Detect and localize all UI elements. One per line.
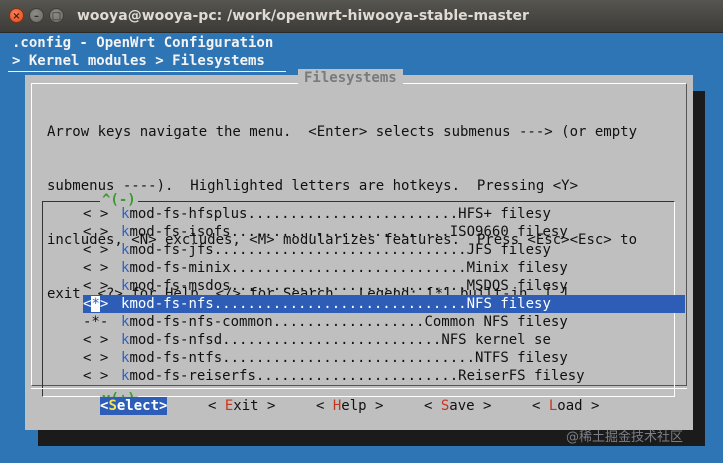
menu-item-name: mod-fs-nfs-common [129,314,273,330]
exit-button[interactable]: < Exit > [208,397,275,415]
button-label: elect> [116,398,168,414]
menu-item-leader: .................. [272,314,425,330]
menu-item[interactable]: < > kmod-fs-isofs........................… [83,223,685,241]
menu-item-description: HFS+ filesy [458,206,551,222]
menu-item-label: kmod-fs-nfs-common..................Comm… [121,313,568,331]
menu-item-description: ReiserFS filesy [458,368,585,384]
menu-item-name: mod-fs-jfs [129,242,214,258]
button-label: xit > [233,398,276,414]
button-bracket: < [532,398,549,414]
button-bracket: < [208,398,225,414]
menu-item-state[interactable]: < > [83,241,108,259]
cursor: * [91,296,100,312]
menu-item-label: kmod-fs-hfsplus.........................… [121,205,551,223]
menu-item-state[interactable]: < > [83,205,108,223]
close-window-button[interactable]: × [9,8,24,23]
config-header: .config - OpenWrt Configuration [12,35,274,51]
terminal[interactable]: .config - OpenWrt Configuration > Kernel… [0,33,723,463]
menu-item-leader: .............................. [213,296,467,312]
menu-item-name: mod-fs-hfsplus [129,206,248,222]
load-button[interactable]: < Load > [532,397,599,415]
menu-item-label: kmod-fs-reiserfs........................… [121,367,585,385]
menu-item-state[interactable]: < > [83,259,108,277]
menuconfig-dialog: Filesystems Arrow keys navigate the menu… [25,69,693,430]
select-button[interactable]: <Select> [100,397,168,415]
menu-item[interactable]: < > kmod-fs-hfsplus......................… [83,205,685,223]
menu-item[interactable]: < > kmod-fs-jfs..........................… [83,241,685,259]
breadcrumb: > Kernel modules > Filesystems [12,53,265,69]
menu-item-description: NFS kernel se [441,332,551,348]
menu-item-leader: ........................ [255,368,459,384]
window-title: wooya@wooya-pc: /work/openwrt-hiwooya-st… [77,8,529,24]
menu-item[interactable]: < > kmod-fs-reiserfs.....................… [83,367,685,385]
menu-item-name: mod-fs-nfsd [129,332,223,348]
button-label: ave > [449,398,492,414]
menu-item-description: Common NFS filesy [424,314,568,330]
menu-item-state[interactable]: < > [83,223,108,241]
button-hotkey: S [108,398,117,414]
menu-item-state[interactable]: < > [83,367,108,385]
menu-item-name: mod-fs-msdos [129,278,231,294]
menu-item[interactable]: < > kmod-fs-ntfs.........................… [83,349,685,367]
menu-item-leader: ............................ [230,260,467,276]
menu-item-description: NFS filesy [466,296,551,312]
menu-item-leader: .......................... [230,224,450,240]
menu-item-label: kmod-fs-nfs.............................… [121,295,551,313]
menu-item-label: kmod-fs-ntfs............................… [121,349,568,367]
menu-item-leader: .......................... [222,332,442,348]
minimize-window-button[interactable]: – [29,8,44,23]
menu-item-state[interactable]: < > [83,277,108,295]
menu-item-description: NTFS filesy [475,350,568,366]
menu-item-label: kmod-fs-msdos...........................… [121,277,568,295]
menu-item[interactable]: < > kmod-fs-nfsd.........................… [83,331,685,349]
menu-item-leader: ......................... [247,206,459,222]
dialog-title: Filesystems [298,69,403,87]
menu-item-description: ISO9660 filesy [449,224,568,240]
menu-item-state[interactable]: < > [83,349,108,367]
menu-item-description: JFS filesy [466,242,551,258]
button-bracket: < [424,398,441,414]
menu-item-leader: .............................. [213,242,467,258]
menu-item-label: kmod-fs-jfs.............................… [121,241,551,259]
menu-item-label: kmod-fs-minix...........................… [121,259,568,277]
button-separator [31,388,687,389]
save-button[interactable]: < Save > [424,397,491,415]
menu-item-leader: .............................. [222,350,476,366]
menu-item-description: MSDOS filesy [466,278,568,294]
button-label: oad > [557,398,600,414]
menu-item[interactable]: < > kmod-fs-minix........................… [83,259,685,277]
menu-item-name: mod-fs-minix [129,260,231,276]
watermark: @稀土掘金技术社区 [566,430,684,445]
help-button[interactable]: < Help > [316,397,383,415]
maximize-window-button[interactable]: □ [49,8,64,23]
menu-item-label: kmod-fs-isofs..........................I… [121,223,568,241]
menu-item-state[interactable]: -*- [83,313,108,331]
button-label: elp > [341,398,384,414]
menu-item-name: mod-fs-nfs [129,296,214,312]
button-bracket: < [316,398,333,414]
menu-item-name: mod-fs-ntfs [129,350,223,366]
menu-item[interactable]: <*> kmod-fs-nfs..........................… [83,295,685,313]
menu-item-leader: ............................ [230,278,467,294]
menu-item-name: mod-fs-reiserfs [129,368,256,384]
window-titlebar: × – □ wooya@wooya-pc: /work/openwrt-hiwo… [0,0,723,33]
menu-item-state[interactable]: < > [83,331,108,349]
header-divider [8,71,286,72]
menu-item-label: kmod-fs-nfsd..........................NF… [121,331,551,349]
menu-list[interactable]: ^(-) v(+) < >kmod-fs-hfsplus............… [42,191,685,408]
menu-item-description: Minix filesy [466,260,568,276]
menu-item[interactable]: -*- kmod-fs-nfs-common..................C… [83,313,685,331]
menu-item-state[interactable]: <*> [83,295,108,313]
menu-item[interactable]: < > kmod-fs-msdos........................… [83,277,685,295]
menu-item-name: mod-fs-isofs [129,224,231,240]
help-line: Arrow keys navigate the menu. <Enter> se… [47,124,638,140]
